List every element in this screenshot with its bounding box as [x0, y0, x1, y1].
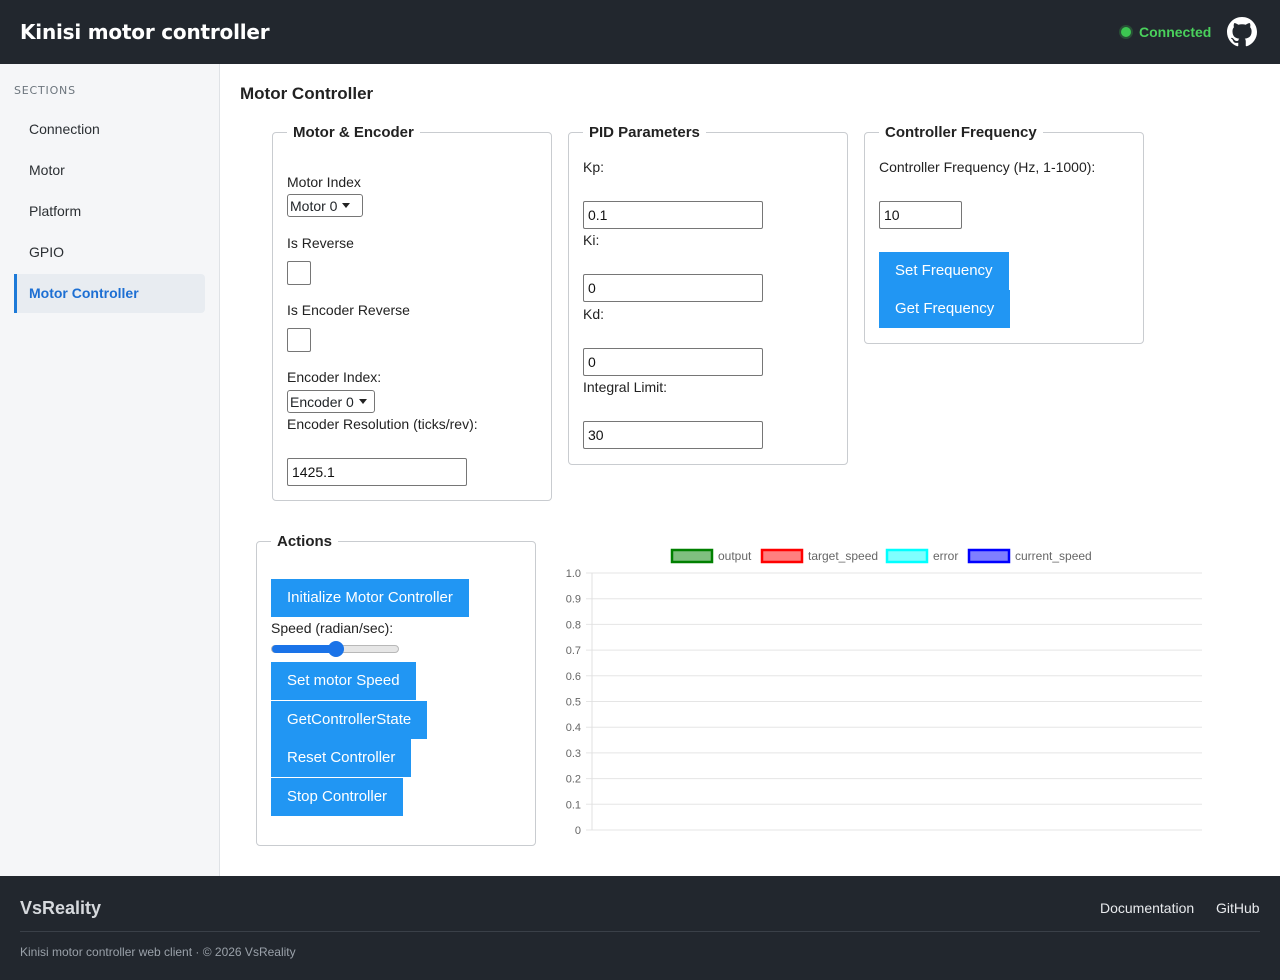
- github-icon[interactable]: [1227, 17, 1257, 47]
- legend-swatch-error: [885, 548, 929, 564]
- kd-label: Kd:: [583, 306, 605, 322]
- initialize-controller-button[interactable]: Initialize Motor Controller: [271, 579, 469, 617]
- sidebar-item-platform[interactable]: Platform: [14, 192, 205, 231]
- legend-swatch-target-speed: [760, 548, 804, 564]
- app-title: Kinisi motor controller: [20, 20, 270, 44]
- y-tick-label: 0: [575, 825, 581, 837]
- y-tick-label: 0.3: [566, 748, 581, 760]
- encoder-resolution-label: Encoder Resolution (ticks/rev):: [287, 416, 478, 432]
- reset-controller-button[interactable]: Reset Controller: [271, 739, 412, 777]
- encoder-index-select[interactable]: Encoder 0: [287, 390, 375, 413]
- stop-controller-button[interactable]: Stop Controller: [271, 778, 404, 816]
- y-tick-label: 0.1: [566, 799, 581, 811]
- motor-index-value: Motor 0: [290, 197, 338, 214]
- is-reverse-label: Is Reverse: [287, 235, 354, 251]
- status-dot-icon: [1121, 27, 1131, 37]
- set-frequency-button[interactable]: Set Frequency: [879, 252, 1009, 290]
- pid-chart-svg: output target_speed error current_speed 1.0 0…: [566, 548, 1202, 837]
- motor-index-select[interactable]: Motor 0: [287, 194, 363, 217]
- pid-legend: PID Parameters: [589, 124, 700, 141]
- legend-label-output: output: [718, 549, 752, 563]
- integral-limit-input[interactable]: [583, 421, 763, 449]
- y-tick-label: 1.0: [566, 568, 581, 580]
- y-tick-label: 0.8: [566, 619, 581, 631]
- footer: VsReality Documentation GitHub Kinisi mo…: [0, 876, 1280, 980]
- footer-link-documentation[interactable]: Documentation: [1100, 900, 1194, 916]
- sidebar-item-motor-controller[interactable]: Motor Controller: [14, 274, 205, 313]
- kp-label: Kp:: [583, 159, 605, 175]
- motor-encoder-legend: Motor & Encoder: [293, 124, 414, 141]
- speed-label: Speed (radian/sec):: [271, 620, 394, 636]
- speed-slider-thumb[interactable]: [328, 641, 344, 657]
- top-bar: Kinisi motor controller Connected: [0, 0, 1280, 64]
- is-reverse-checkbox[interactable]: [287, 261, 311, 285]
- chevron-down-icon: [358, 399, 367, 404]
- speed-slider[interactable]: [271, 641, 399, 657]
- y-tick-label: 0.2: [566, 774, 581, 786]
- encoder-resolution-input[interactable]: [287, 458, 467, 486]
- connection-status-label: Connected: [1139, 24, 1212, 40]
- footer-link-github[interactable]: GitHub: [1216, 900, 1260, 916]
- ki-input[interactable]: [583, 274, 763, 302]
- sidebar: SECTIONS Connection Motor Platform GPIO …: [0, 64, 220, 876]
- sidebar-item-motor[interactable]: Motor: [14, 151, 205, 190]
- kd-input[interactable]: [583, 348, 763, 376]
- get-controller-state-button[interactable]: GetControllerState: [271, 701, 428, 739]
- speed-slider-fill: [272, 645, 336, 653]
- frequency-input[interactable]: [879, 201, 962, 229]
- y-tick-label: 0.4: [566, 722, 581, 734]
- encoder-index-value: Encoder 0: [290, 393, 354, 410]
- y-tick-label: 0.7: [566, 645, 581, 657]
- y-tick-label: 0.9: [566, 594, 581, 606]
- legend-label-error: error: [933, 549, 958, 563]
- chevron-down-icon: [342, 203, 351, 208]
- get-frequency-button[interactable]: Get Frequency: [879, 290, 1011, 328]
- set-motor-speed-button[interactable]: Set motor Speed: [271, 662, 416, 700]
- sidebar-item-gpio[interactable]: GPIO: [14, 233, 205, 272]
- is-encoder-reverse-label: Is Encoder Reverse: [287, 302, 410, 318]
- is-encoder-reverse-checkbox[interactable]: [287, 328, 311, 352]
- motor-index-label: Motor Index: [287, 174, 361, 190]
- ki-label: Ki:: [583, 232, 600, 248]
- kp-input[interactable]: [583, 201, 763, 229]
- frequency-label: Controller Frequency (Hz, 1-1000):: [879, 159, 1096, 175]
- integral-limit-label: Integral Limit:: [583, 379, 668, 395]
- connection-status: Connected: [1121, 24, 1211, 40]
- sidebar-nav: Connection Motor Platform GPIO Motor Con…: [14, 110, 205, 315]
- legend-swatch-output: [670, 548, 714, 564]
- sidebar-heading: SECTIONS: [14, 84, 76, 97]
- footer-divider: [20, 931, 1260, 932]
- frequency-legend: Controller Frequency: [885, 124, 1037, 141]
- footer-copyright: Kinisi motor controller web client · © 2…: [20, 945, 296, 959]
- encoder-index-label: Encoder Index:: [287, 369, 382, 385]
- sidebar-item-connection[interactable]: Connection: [14, 110, 205, 149]
- footer-brand: VsReality: [20, 898, 102, 918]
- y-tick-label: 0.6: [566, 671, 581, 683]
- legend-label-current-speed: current_speed: [1015, 549, 1092, 563]
- actions-legend: Actions: [277, 533, 333, 550]
- y-tick-label: 0.5: [566, 697, 581, 709]
- pid-chart: output target_speed error current_speed 1.0 0…: [556, 540, 1216, 840]
- legend-label-target-speed: target_speed: [808, 549, 878, 563]
- page-title: Motor Controller: [240, 84, 374, 103]
- legend-swatch-current-speed: [967, 548, 1011, 564]
